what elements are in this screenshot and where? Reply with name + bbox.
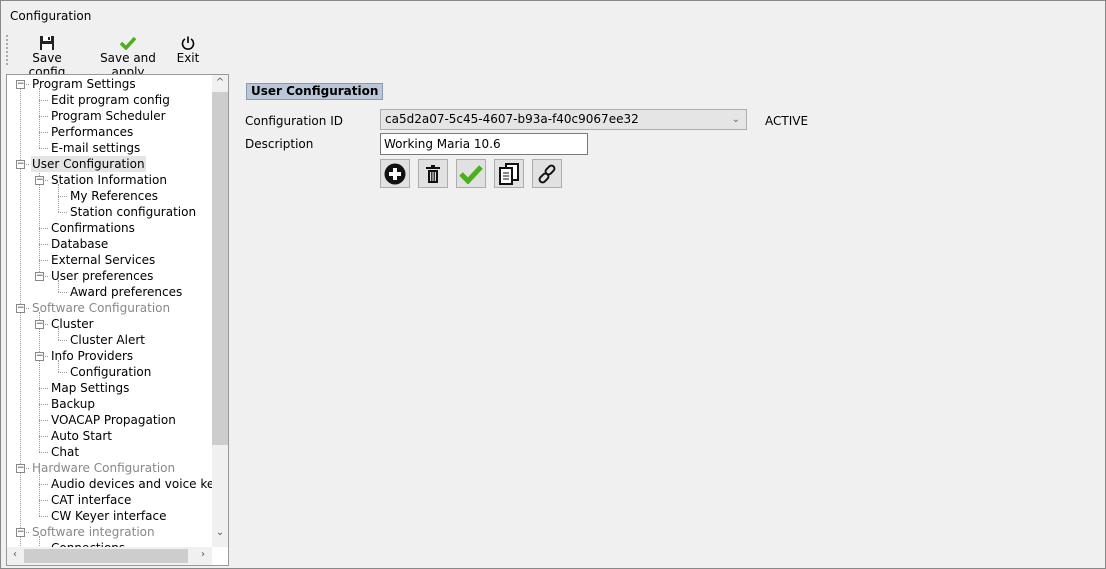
add-icon: [384, 163, 406, 184]
tree-connector: [39, 132, 48, 133]
tree-item[interactable]: Info Providers: [50, 348, 134, 364]
status-label: ACTIVE: [765, 114, 809, 128]
copy-icon: [499, 162, 519, 185]
scroll-left-icon[interactable]: ‹: [7, 549, 23, 560]
tree-item[interactable]: My References: [69, 188, 159, 204]
tree-connector: [39, 116, 48, 117]
tree-item[interactable]: Database: [50, 236, 109, 252]
tree-item[interactable]: Program Scheduler: [50, 108, 167, 124]
scroll-right-icon[interactable]: ›: [195, 549, 211, 560]
tree-item[interactable]: Program Settings: [31, 76, 137, 92]
section-title: User Configuration: [246, 83, 384, 100]
tree-item[interactable]: Station Information: [50, 172, 168, 188]
exit-label: Exit: [176, 51, 200, 65]
tree-connector: [39, 484, 48, 485]
checkmark-icon: [459, 164, 483, 184]
tree-item[interactable]: Station configuration: [69, 204, 197, 220]
trash-icon: [426, 164, 440, 183]
tree-item[interactable]: Auto Start: [50, 428, 113, 444]
tree-connector: [39, 100, 48, 101]
exit-button[interactable]: Exit: [175, 35, 201, 67]
tree-item[interactable]: CW Keyer interface: [50, 508, 167, 524]
tree-item[interactable]: Configuration: [69, 364, 152, 380]
tree-item[interactable]: User preferences: [50, 268, 154, 284]
configuration-id-value: ca5d2a07-5c45-4607-b93a-f40c9067ee32: [385, 112, 639, 126]
description-label: Description: [245, 137, 314, 151]
chevron-down-icon: ⌄: [731, 114, 740, 125]
description-input[interactable]: Working Maria 10.6: [380, 133, 588, 155]
delete-config-button[interactable]: [418, 159, 448, 188]
tree-item[interactable]: Cluster: [50, 316, 95, 332]
tree-connector: [58, 196, 67, 197]
tree-connector: [58, 372, 67, 373]
configuration-id-label: Configuration ID: [245, 114, 343, 128]
collapse-icon[interactable]: −: [16, 80, 25, 89]
vertical-scrollbar-thumb[interactable]: [212, 92, 228, 445]
collapse-icon[interactable]: −: [16, 528, 25, 537]
tree-connector: [39, 244, 48, 245]
collapse-icon[interactable]: −: [35, 176, 44, 185]
tree-connector: [39, 500, 48, 501]
tree-item[interactable]: E-mail settings: [50, 140, 141, 156]
checkmark-icon: [86, 35, 170, 51]
save-and-apply-button[interactable]: Save and apply: [86, 35, 170, 79]
tree-connector: [58, 292, 67, 293]
tree-connector: [39, 516, 48, 517]
tree-item[interactable]: Cluster Alert: [69, 332, 146, 348]
copy-config-button[interactable]: [494, 159, 524, 188]
tree-connector: [39, 228, 48, 229]
collapse-icon[interactable]: −: [16, 304, 25, 313]
tree-item[interactable]: Map Settings: [50, 380, 130, 396]
tree-item[interactable]: Software integration: [31, 524, 156, 540]
collapse-icon[interactable]: −: [16, 160, 25, 169]
collapse-icon[interactable]: −: [35, 272, 44, 281]
window-title: Configuration: [10, 9, 92, 23]
toolbar-grip[interactable]: [6, 35, 8, 65]
tree-item[interactable]: Performances: [50, 124, 134, 140]
tree-connector: [58, 340, 67, 341]
collapse-icon[interactable]: −: [35, 320, 44, 329]
tree-item[interactable]: VOACAP Propagation: [50, 412, 177, 428]
tree-root-line: [20, 88, 21, 548]
tree-item[interactable]: Edit program config: [50, 92, 171, 108]
tree-item[interactable]: Chat: [50, 444, 80, 460]
settings-tree[interactable]: ConnectionsSoftware integrationCW Keyer …: [6, 74, 229, 566]
tree-item[interactable]: CAT interface: [50, 492, 132, 508]
tree-item[interactable]: User Configuration: [31, 156, 146, 172]
activate-config-button[interactable]: [456, 159, 486, 188]
tree-connector: [58, 212, 67, 213]
horizontal-scrollbar-thumb[interactable]: [24, 549, 188, 563]
tree-connector: [39, 388, 48, 389]
add-config-button[interactable]: [380, 159, 410, 188]
tree-connector: [39, 452, 48, 453]
tree-item[interactable]: Confirmations: [50, 220, 136, 236]
tree-item[interactable]: Backup: [50, 396, 96, 412]
power-icon: [175, 35, 201, 51]
tree-connector: [39, 420, 48, 421]
link-config-button[interactable]: [532, 159, 562, 188]
configuration-id-select[interactable]: ca5d2a07-5c45-4607-b93a-f40c9067ee32 ⌄: [380, 109, 747, 130]
tree-guide-line: [39, 472, 40, 516]
scroll-up-icon[interactable]: ^: [212, 77, 228, 88]
tree-connector: [39, 148, 48, 149]
save-config-button[interactable]: Save config: [15, 35, 79, 79]
tree-guide-line: [58, 184, 59, 212]
tree-item[interactable]: Audio devices and voice keye: [50, 476, 228, 492]
collapse-icon[interactable]: −: [16, 464, 25, 473]
tree-connector: [39, 260, 48, 261]
link-icon: [538, 164, 556, 183]
collapse-icon[interactable]: −: [35, 352, 44, 361]
tree-item[interactable]: Software Configuration: [31, 300, 171, 316]
floppy-disk-icon: [15, 35, 79, 51]
tree-item[interactable]: Award preferences: [69, 284, 183, 300]
tree-connector: [39, 436, 48, 437]
tree-connector: [39, 404, 48, 405]
tree-guide-line: [39, 88, 40, 148]
scroll-down-icon[interactable]: ⌄: [212, 527, 228, 538]
tree-item[interactable]: Hardware Configuration: [31, 460, 176, 476]
tree-guide-line: [39, 312, 40, 452]
tree-item[interactable]: External Services: [50, 252, 156, 268]
